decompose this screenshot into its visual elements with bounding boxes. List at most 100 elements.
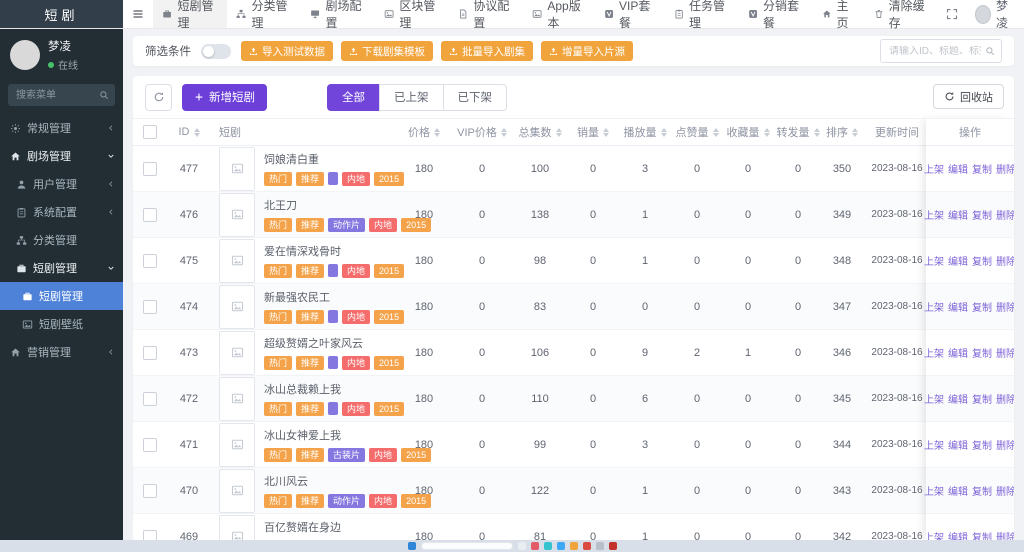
- top-nav-item[interactable]: 协议配置: [449, 0, 523, 28]
- sidebar-item[interactable]: 营销管理: [0, 338, 123, 366]
- delete-link[interactable]: 删除: [996, 483, 1014, 498]
- sort-icon[interactable]: [194, 128, 200, 137]
- column-header[interactable]: 价格: [396, 124, 452, 140]
- row-checkbox[interactable]: [143, 300, 157, 314]
- delete-link[interactable]: 删除: [996, 253, 1014, 268]
- sort-icon[interactable]: [556, 128, 562, 137]
- edit-link[interactable]: 编辑: [948, 345, 968, 360]
- taskbar-app-icon-8[interactable]: [609, 542, 617, 550]
- sort-icon[interactable]: [661, 128, 667, 137]
- publish-link[interactable]: 上架: [924, 483, 944, 498]
- copy-link[interactable]: 复制: [972, 345, 992, 360]
- segment-button[interactable]: 已下架: [443, 84, 508, 111]
- sidebar-item[interactable]: 分类管理: [0, 226, 123, 254]
- delete-link[interactable]: 删除: [996, 299, 1014, 314]
- select-all-checkbox[interactable]: [143, 125, 157, 139]
- column-header[interactable]: 总集数: [512, 124, 568, 140]
- taskbar-app-icon-4[interactable]: [557, 542, 565, 550]
- sidebar-item[interactable]: 系统配置: [0, 198, 123, 226]
- delete-link[interactable]: 删除: [996, 437, 1014, 452]
- publish-link[interactable]: 上架: [924, 161, 944, 176]
- delete-link[interactable]: 删除: [996, 161, 1014, 176]
- column-header[interactable]: 转发量: [774, 124, 822, 140]
- sort-icon[interactable]: [713, 128, 719, 137]
- segment-active[interactable]: 全部: [327, 84, 380, 111]
- delete-link[interactable]: 删除: [996, 207, 1014, 222]
- sort-icon[interactable]: [501, 128, 507, 137]
- column-header[interactable]: 点赞量: [672, 124, 722, 140]
- sort-icon[interactable]: [434, 128, 440, 137]
- copy-link[interactable]: 复制: [972, 437, 992, 452]
- segment-button[interactable]: 已上架: [379, 84, 444, 111]
- row-checkbox[interactable]: [143, 208, 157, 222]
- column-header[interactable]: ID: [167, 126, 211, 138]
- import-button[interactable]: 批量导入剧集: [441, 41, 533, 61]
- copy-link[interactable]: 复制: [972, 207, 992, 222]
- copy-link[interactable]: 复制: [972, 529, 992, 540]
- top-nav-item[interactable]: 清除缓存: [865, 0, 937, 31]
- row-checkbox[interactable]: [143, 484, 157, 498]
- sidebar-item[interactable]: 剧场管理: [0, 142, 123, 170]
- column-header[interactable]: 收藏量: [722, 124, 774, 140]
- publish-link[interactable]: 上架: [924, 437, 944, 452]
- taskbar-app-icon-1[interactable]: [518, 542, 526, 550]
- sidebar-toggle-icon[interactable]: [123, 0, 153, 28]
- sort-icon[interactable]: [814, 128, 820, 137]
- top-nav-item[interactable]: 区块管理: [375, 0, 449, 28]
- publish-link[interactable]: 上架: [924, 345, 944, 360]
- row-checkbox[interactable]: [143, 254, 157, 268]
- taskbar-start-icon[interactable]: [408, 542, 416, 550]
- sidebar-item[interactable]: 常规管理: [0, 114, 123, 142]
- publish-link[interactable]: 上架: [924, 299, 944, 314]
- taskbar-app-icon-2[interactable]: [531, 542, 539, 550]
- edit-link[interactable]: 编辑: [948, 161, 968, 176]
- filter-toggle[interactable]: [201, 44, 231, 59]
- publish-link[interactable]: 上架: [924, 207, 944, 222]
- copy-link[interactable]: 复制: [972, 161, 992, 176]
- copy-link[interactable]: 复制: [972, 253, 992, 268]
- edit-link[interactable]: 编辑: [948, 207, 968, 222]
- column-header[interactable]: 播放量: [618, 124, 672, 140]
- top-nav-item[interactable]: 分类管理: [227, 0, 301, 28]
- import-button[interactable]: 下载剧集模板: [341, 41, 433, 61]
- column-header[interactable]: 销量: [568, 124, 618, 140]
- delete-link[interactable]: 删除: [996, 391, 1014, 406]
- taskbar-app-icon-6[interactable]: [583, 542, 591, 550]
- edit-link[interactable]: 编辑: [948, 391, 968, 406]
- top-nav-item[interactable]: 分销套餐: [739, 0, 813, 28]
- edit-link[interactable]: 编辑: [948, 253, 968, 268]
- publish-link[interactable]: 上架: [924, 253, 944, 268]
- row-checkbox[interactable]: [143, 346, 157, 360]
- import-button[interactable]: 导入测试数据: [241, 41, 333, 61]
- top-nav-item[interactable]: 任务管理: [665, 0, 739, 28]
- column-header[interactable]: 排序: [822, 124, 862, 140]
- taskbar-app-icon-3[interactable]: [544, 542, 552, 550]
- taskbar-app-icon-5[interactable]: [570, 542, 578, 550]
- fullscreen-button[interactable]: [937, 8, 967, 20]
- top-nav-item[interactable]: 剧场配置: [301, 0, 375, 28]
- sidebar-item[interactable]: 短剧管理: [0, 254, 123, 282]
- top-nav-item[interactable]: App版本: [523, 0, 595, 28]
- publish-link[interactable]: 上架: [924, 391, 944, 406]
- copy-link[interactable]: 复制: [972, 391, 992, 406]
- recycle-bin-button[interactable]: 回收站: [933, 84, 1004, 109]
- edit-link[interactable]: 编辑: [948, 437, 968, 452]
- sort-icon[interactable]: [603, 128, 609, 137]
- edit-link[interactable]: 编辑: [948, 483, 968, 498]
- refresh-button[interactable]: [145, 84, 172, 111]
- delete-link[interactable]: 删除: [996, 529, 1014, 540]
- add-drama-button[interactable]: 新增短剧: [182, 84, 267, 111]
- publish-link[interactable]: 上架: [924, 529, 944, 540]
- sort-icon[interactable]: [764, 128, 770, 137]
- column-header[interactable]: VIP价格: [452, 124, 512, 140]
- row-checkbox[interactable]: [143, 530, 157, 541]
- table-search-input[interactable]: [881, 46, 985, 57]
- delete-link[interactable]: 删除: [996, 345, 1014, 360]
- taskbar-search-input[interactable]: [421, 542, 513, 550]
- row-checkbox[interactable]: [143, 392, 157, 406]
- row-checkbox[interactable]: [143, 162, 157, 176]
- copy-link[interactable]: 复制: [972, 483, 992, 498]
- import-button[interactable]: 增量导入片源: [541, 41, 633, 61]
- edit-link[interactable]: 编辑: [948, 299, 968, 314]
- taskbar-app-icon-7[interactable]: [596, 542, 604, 550]
